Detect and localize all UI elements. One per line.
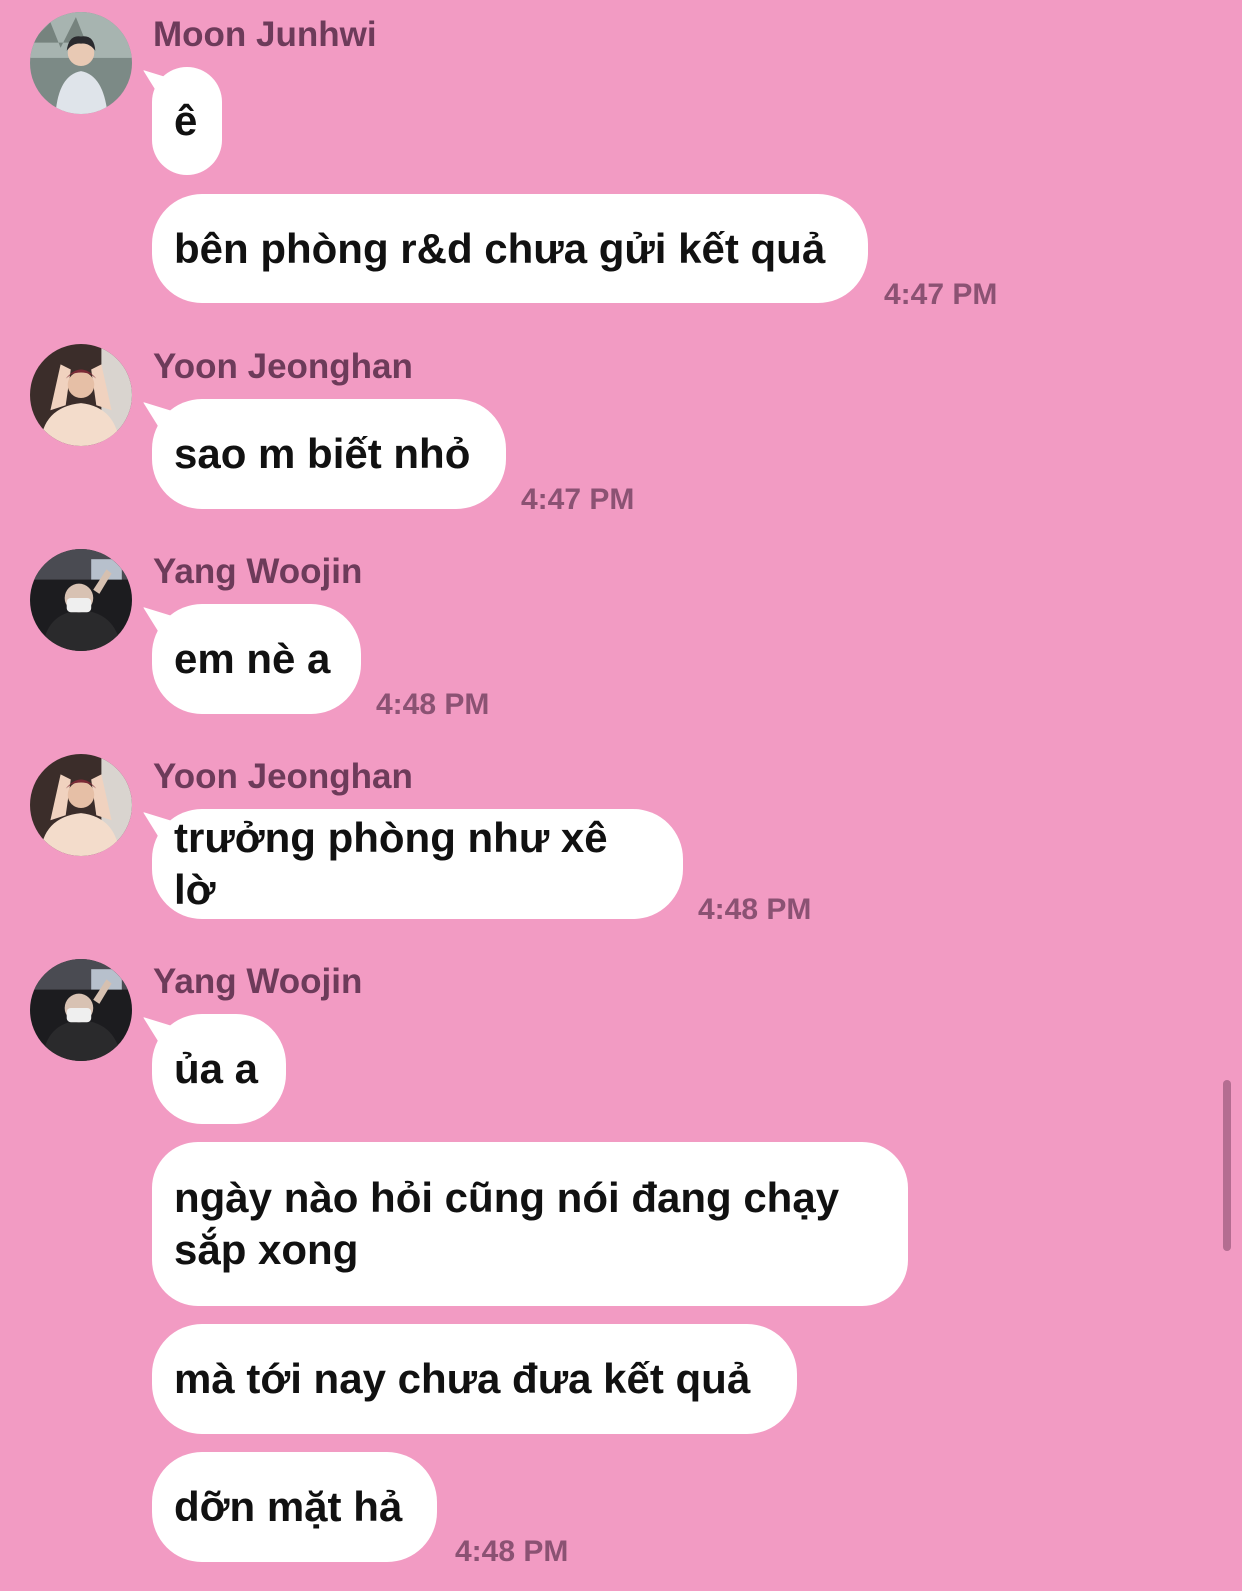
avatar-yoon-jeonghan[interactable] bbox=[30, 754, 132, 856]
message-timestamp: 4:47 PM bbox=[884, 278, 998, 311]
message-bubble[interactable]: em nè a bbox=[152, 604, 361, 714]
avatar-yoon-jeonghan[interactable] bbox=[30, 344, 132, 446]
avatar-moon-junhwi[interactable] bbox=[30, 12, 132, 114]
message-bubble[interactable]: ủa a bbox=[152, 1014, 286, 1124]
message-text: ủa a bbox=[174, 1045, 259, 1092]
profile-photo-icon bbox=[30, 12, 132, 114]
message-timestamp: 4:48 PM bbox=[376, 688, 490, 721]
profile-photo-icon bbox=[30, 754, 132, 856]
profile-photo-icon bbox=[30, 959, 132, 1061]
message-text: ngày nào hỏi cũng nói đang chạy sắp xong bbox=[174, 1174, 840, 1273]
message-timestamp: 4:47 PM bbox=[521, 483, 635, 516]
message-text: dỡn mặt hả bbox=[174, 1483, 403, 1530]
avatar-yang-woojin[interactable] bbox=[30, 959, 132, 1061]
message-bubble[interactable]: trưởng phòng như xê lờ bbox=[152, 809, 683, 919]
message-text: bên phòng r&d chưa gửi kết quả bbox=[174, 224, 826, 272]
profile-photo-icon bbox=[30, 344, 132, 446]
profile-photo-icon bbox=[30, 549, 132, 651]
message-timestamp: 4:48 PM bbox=[698, 893, 812, 926]
message-bubble[interactable]: ngày nào hỏi cũng nói đang chạy sắp xong bbox=[152, 1142, 908, 1306]
message-bubble[interactable]: sao m biết nhỏ bbox=[152, 399, 506, 509]
message-text: ê bbox=[174, 97, 198, 144]
avatar-yang-woojin[interactable] bbox=[30, 549, 132, 651]
sender-name: Yang Woojin bbox=[153, 552, 363, 591]
sender-name: Moon Junhwi bbox=[153, 15, 377, 54]
message-timestamp: 4:48 PM bbox=[455, 1535, 569, 1568]
scrollbar-thumb[interactable] bbox=[1223, 1080, 1231, 1251]
message-text: trưởng phòng như xê lờ bbox=[174, 814, 608, 913]
message-text: sao m biết nhỏ bbox=[174, 430, 471, 477]
message-text: mà tới nay chưa đưa kết quả bbox=[174, 1355, 751, 1402]
sender-name: Yoon Jeonghan bbox=[153, 757, 413, 796]
message-bubble[interactable]: dỡn mặt hả bbox=[152, 1452, 437, 1562]
message-bubble[interactable]: bên phòng r&d chưa gửi kết quả bbox=[152, 194, 868, 303]
message-bubble[interactable]: ê bbox=[152, 67, 222, 175]
sender-name: Yoon Jeonghan bbox=[153, 347, 413, 386]
message-bubble[interactable]: mà tới nay chưa đưa kết quả bbox=[152, 1324, 797, 1434]
sender-name: Yang Woojin bbox=[153, 962, 363, 1001]
message-text: em nè a bbox=[174, 635, 331, 682]
